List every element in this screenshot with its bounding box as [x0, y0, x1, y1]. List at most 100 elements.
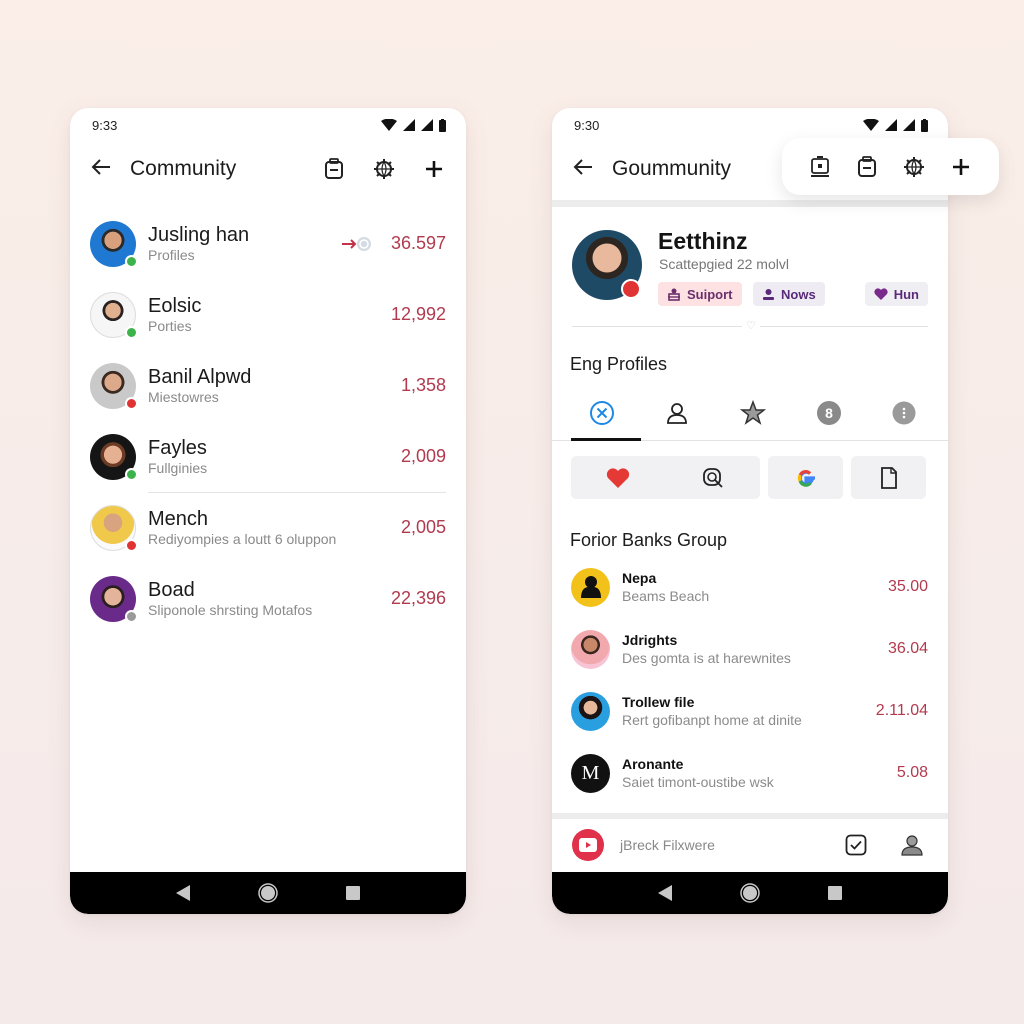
row-name: Mench: [148, 508, 209, 530]
like-button[interactable]: [606, 466, 630, 490]
list-item[interactable]: Fayles Fullginies 2,009: [90, 421, 446, 492]
add-button[interactable]: [422, 157, 446, 181]
status-time: 9:30: [574, 117, 600, 133]
row-subtitle: Profiles: [148, 247, 195, 263]
clipboard-minus-button[interactable]: [855, 155, 879, 179]
list-item[interactable]: Eolsic Porties 12,992: [90, 279, 446, 350]
arrow-left-icon: [91, 159, 110, 175]
tab-star[interactable]: [733, 393, 773, 433]
battery-icon: [439, 118, 446, 132]
list-item[interactable]: Mench Rediyompies a loutt 6 oluppon 2,00…: [90, 492, 446, 563]
heart-icon: ♡: [742, 319, 760, 332]
news-chip[interactable]: Nows: [753, 282, 825, 306]
support-chip[interactable]: Suiport: [658, 282, 742, 306]
row-subtitle: Fullginies: [148, 460, 208, 476]
profile-name: Eetthinz: [658, 228, 748, 254]
list-item[interactable]: Jdrights Des gomta is at harewnites 36.0…: [571, 618, 928, 680]
list-item[interactable]: Banil Alpwd Miestowres 1,358: [90, 350, 446, 421]
chat-search-icon: [702, 467, 723, 488]
signal-icon: [885, 119, 897, 131]
row-name: Banil Alpwd: [148, 366, 252, 388]
chat-search-button[interactable]: [701, 466, 725, 490]
online-badge: [125, 467, 138, 481]
avatar-figure-icon: [580, 576, 601, 598]
signal-icon: [421, 119, 433, 131]
row-name: Eolsic: [148, 295, 202, 317]
square-recents-icon: [828, 886, 843, 900]
globe-gear-button[interactable]: [902, 155, 926, 179]
profile-avatar[interactable]: [572, 230, 642, 300]
account-button[interactable]: [900, 833, 924, 857]
list-item[interactable]: Jusling han Profiles 36.597: [90, 208, 446, 279]
tab-close[interactable]: [582, 393, 622, 433]
system-nav-bar: [70, 872, 466, 914]
nav-recents-button[interactable]: [825, 883, 845, 903]
circle-home-icon: [258, 883, 278, 903]
avatar: M: [571, 753, 610, 793]
header-divider: [552, 200, 948, 207]
badge-8-icon: 8: [816, 401, 841, 425]
row-value: 2,009: [400, 446, 446, 466]
arrow-left-icon: [573, 159, 592, 175]
list-item[interactable]: Nepa Beams Beach 35.00: [571, 556, 928, 618]
profile-subtitle: Scattepgied 22 molvl: [659, 256, 789, 272]
phone-left: 9:33 Community Jusling han Profiles 36.5…: [70, 108, 466, 914]
row-value: 22,396: [390, 588, 446, 608]
tab-more[interactable]: [884, 393, 924, 433]
divider: [148, 492, 446, 493]
plus-icon: [953, 158, 970, 175]
nav-back-button[interactable]: [173, 883, 193, 903]
bottom-bar: jBreck Filxwere: [552, 820, 948, 870]
google-button[interactable]: [768, 456, 843, 499]
transfer-icon: [341, 236, 371, 251]
wifi-icon: [863, 119, 879, 131]
active-tab-indicator: [571, 438, 641, 441]
chip-label: Nows: [781, 286, 816, 302]
group-title: Forior Banks Group: [570, 530, 728, 550]
row-value: 36.04: [887, 640, 928, 657]
nav-back-button[interactable]: [655, 883, 675, 903]
row-value: 12,992: [390, 304, 446, 324]
profile-tabs: 8: [552, 386, 948, 441]
more-icon: [892, 401, 916, 425]
back-button[interactable]: [572, 157, 612, 181]
row-value: 2.11.04: [875, 702, 928, 719]
add-button[interactable]: [949, 155, 973, 179]
battery-icon: [921, 118, 928, 132]
row-name: Boad: [148, 579, 195, 601]
star-icon: [739, 400, 766, 425]
group-list: Nepa Beams Beach 35.00 Jdrights Des gomt…: [571, 556, 928, 804]
avatar: [90, 433, 138, 481]
plus-icon: [426, 161, 442, 177]
checkbox-button[interactable]: [844, 833, 868, 857]
tray-download-button[interactable]: [808, 155, 832, 179]
avatar: [90, 291, 138, 339]
status-bar: 9:33: [70, 108, 466, 142]
nav-recents-button[interactable]: [343, 883, 363, 903]
section-title: Eng Profiles: [570, 354, 668, 374]
youtube-button[interactable]: [572, 829, 604, 861]
list-item[interactable]: M Aronante Saiet timont-oustibe wsk 5.08: [571, 742, 928, 804]
nav-home-button[interactable]: [740, 883, 760, 903]
floating-toolbar: [782, 138, 999, 195]
back-button[interactable]: [90, 157, 130, 181]
status-icons: [381, 118, 446, 132]
status-badge: [125, 609, 138, 623]
nav-home-button[interactable]: [258, 883, 278, 903]
app-bar: Community: [70, 146, 466, 192]
row-subtitle: Sliponole shrsting Motafos: [148, 602, 313, 618]
status-badge: [621, 279, 641, 299]
hun-chip[interactable]: Hun: [864, 282, 928, 306]
globe-gear-button[interactable]: [372, 157, 396, 181]
globe-gear-icon: [374, 159, 394, 179]
clipboard-minus-button[interactable]: [322, 157, 346, 181]
tab-person[interactable]: [657, 393, 697, 433]
status-bar: 9:30: [552, 108, 948, 142]
transfer-button[interactable]: [341, 235, 373, 253]
list-item[interactable]: Boad Sliponole shrsting Motafos 22,396: [90, 563, 446, 634]
google-icon: [797, 469, 815, 487]
document-button[interactable]: [851, 456, 926, 499]
list-item[interactable]: Trollew file Rert gofibanpt home at dini…: [571, 680, 928, 742]
clipboard-minus-icon: [857, 155, 876, 177]
tab-badge[interactable]: 8: [809, 393, 849, 433]
